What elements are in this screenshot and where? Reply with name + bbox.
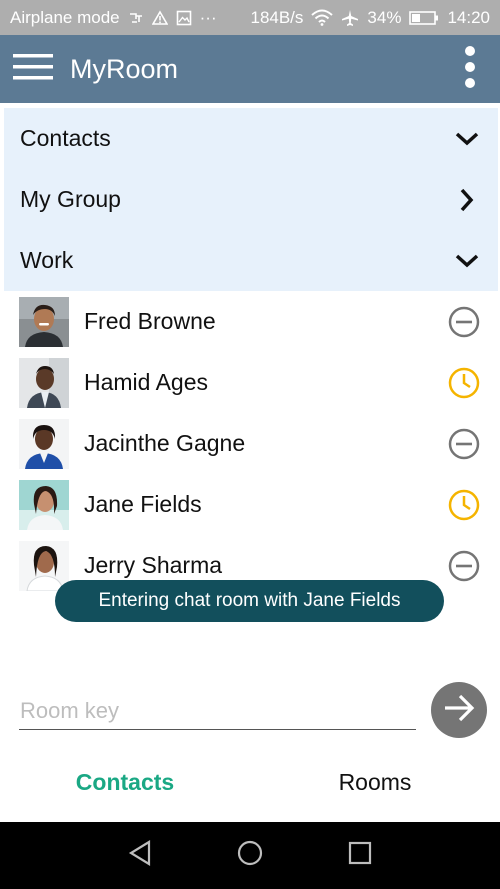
- tab-rooms[interactable]: Rooms: [250, 752, 500, 812]
- avatar: [19, 479, 69, 530]
- system-nav-bar: [0, 822, 500, 889]
- avatar: [19, 418, 69, 469]
- group-label: Work: [20, 247, 74, 273]
- tab-contacts[interactable]: Contacts: [0, 752, 250, 812]
- minus-circle-icon: [447, 427, 481, 461]
- clock-icon: [447, 488, 481, 522]
- contact-name: Jerry Sharma: [84, 552, 223, 578]
- image-icon: [176, 10, 192, 26]
- contact-row[interactable]: Jacinthe Gagne: [0, 413, 500, 474]
- bottom-tabs: Contacts Rooms: [0, 752, 500, 812]
- home-circle-icon: [236, 839, 264, 872]
- more-vert-icon: [464, 45, 476, 94]
- status-time: 14:20: [447, 7, 490, 27]
- warning-icon: [151, 9, 168, 26]
- network-speed: 184B/s: [250, 7, 304, 27]
- contact-name: Fred Browne: [84, 308, 216, 334]
- contact-row[interactable]: Jane Fields: [0, 474, 500, 535]
- minus-circle-icon: [447, 305, 481, 339]
- sim-icon: [128, 10, 144, 26]
- avatar: [19, 357, 69, 408]
- chevron-right-icon: [452, 185, 482, 215]
- chevron-down-icon: [452, 124, 482, 154]
- app-title: MyRoom: [70, 53, 179, 84]
- group-work[interactable]: Work: [4, 230, 498, 291]
- recents-square-icon: [347, 840, 373, 871]
- airplane-icon: [341, 9, 359, 27]
- back-button[interactable]: [120, 836, 160, 876]
- status-airplane-text: Airplane mode: [10, 7, 120, 27]
- toast-message: Entering chat room with Jane Fields: [55, 580, 444, 622]
- contact-list: Fred Browne Hamid Ages Jacinthe Gagne Ja…: [0, 291, 500, 596]
- wifi-icon: [311, 9, 334, 26]
- minus-circle-icon: [447, 549, 481, 583]
- group-my-group[interactable]: My Group: [4, 169, 498, 230]
- hamburger-menu-icon: [13, 52, 53, 87]
- app-bar: MyRoom: [0, 35, 500, 103]
- battery-icon: [409, 10, 439, 26]
- clock-icon: [447, 366, 481, 400]
- contact-name: Jane Fields: [84, 491, 202, 517]
- menu-button[interactable]: [0, 35, 66, 103]
- overflow-menu-button[interactable]: [440, 35, 500, 103]
- avatar: [19, 540, 69, 591]
- chevron-down-icon: [452, 246, 482, 276]
- group-label: Contacts: [20, 125, 111, 151]
- battery-percent: 34%: [367, 7, 402, 27]
- status-bar: Airplane mode ··· 184B/s 34% 14:20: [0, 0, 500, 35]
- home-button[interactable]: [230, 836, 270, 876]
- contact-name: Hamid Ages: [84, 369, 209, 395]
- group-contacts[interactable]: Contacts: [4, 108, 498, 169]
- avatar: [19, 296, 69, 347]
- group-label: My Group: [20, 186, 121, 212]
- status-more: ···: [199, 7, 217, 27]
- contact-row[interactable]: Fred Browne: [0, 291, 500, 352]
- contact-row[interactable]: Hamid Ages: [0, 352, 500, 413]
- group-list: Contacts My Group Work: [4, 108, 498, 291]
- back-triangle-icon: [127, 839, 153, 872]
- enter-room-button[interactable]: [431, 682, 487, 738]
- recents-button[interactable]: [340, 836, 380, 876]
- arrow-right-icon: [443, 693, 475, 728]
- room-key-input[interactable]: [19, 692, 416, 730]
- contact-name: Jacinthe Gagne: [84, 430, 246, 456]
